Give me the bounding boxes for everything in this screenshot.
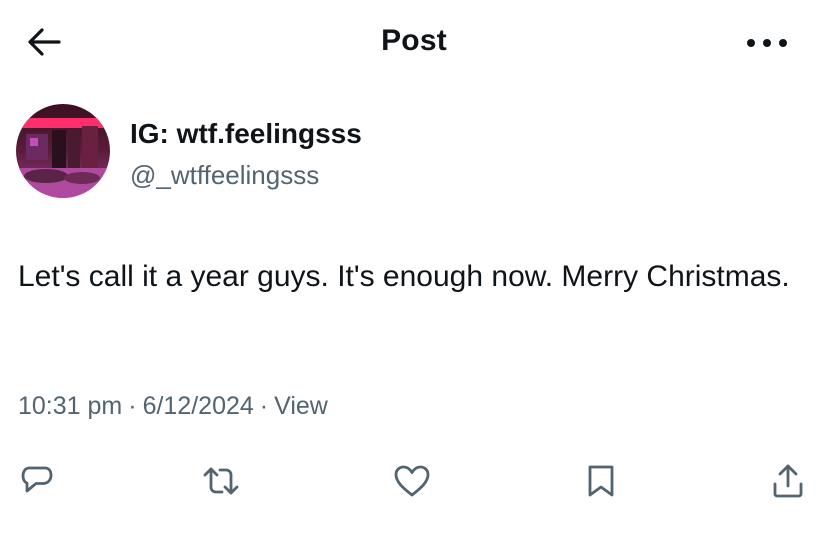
post-date[interactable]: 6/12/2024 [143, 392, 254, 420]
bookmark-icon [588, 465, 614, 497]
bookmark-button[interactable] [575, 455, 627, 507]
reply-icon [21, 466, 53, 493]
meta-separator: · [259, 392, 269, 420]
post-author: IG: wtf.feelingsss @_wtffeelingsss [16, 104, 716, 204]
like-button[interactable] [386, 455, 438, 507]
share-button[interactable] [762, 455, 814, 507]
meta-separator: · [128, 392, 137, 420]
post-text: Let's call it a year guys. It's enough n… [18, 260, 790, 293]
reply-button[interactable] [11, 455, 63, 507]
share-icon [773, 464, 803, 498]
repost-button[interactable] [195, 455, 247, 507]
author-display-name[interactable]: IG: wtf.feelingsss [130, 118, 362, 150]
repost-icon [203, 467, 239, 495]
action-bar [0, 455, 828, 507]
page-title: Post [381, 24, 447, 57]
avatar[interactable] [16, 104, 110, 198]
more-horizontal-icon [747, 39, 787, 47]
avatar-image [16, 104, 110, 198]
author-handle[interactable]: @_wtffeelingsss [130, 160, 319, 191]
top-bar: Post [0, 0, 828, 84]
more-options-button[interactable] [742, 26, 792, 60]
like-icon [394, 465, 430, 497]
views-link[interactable]: View [274, 392, 328, 420]
post-time[interactable]: 10:31 pm [18, 392, 122, 420]
post-meta: 10:31 pm · 6/12/2024 · View [18, 392, 328, 421]
